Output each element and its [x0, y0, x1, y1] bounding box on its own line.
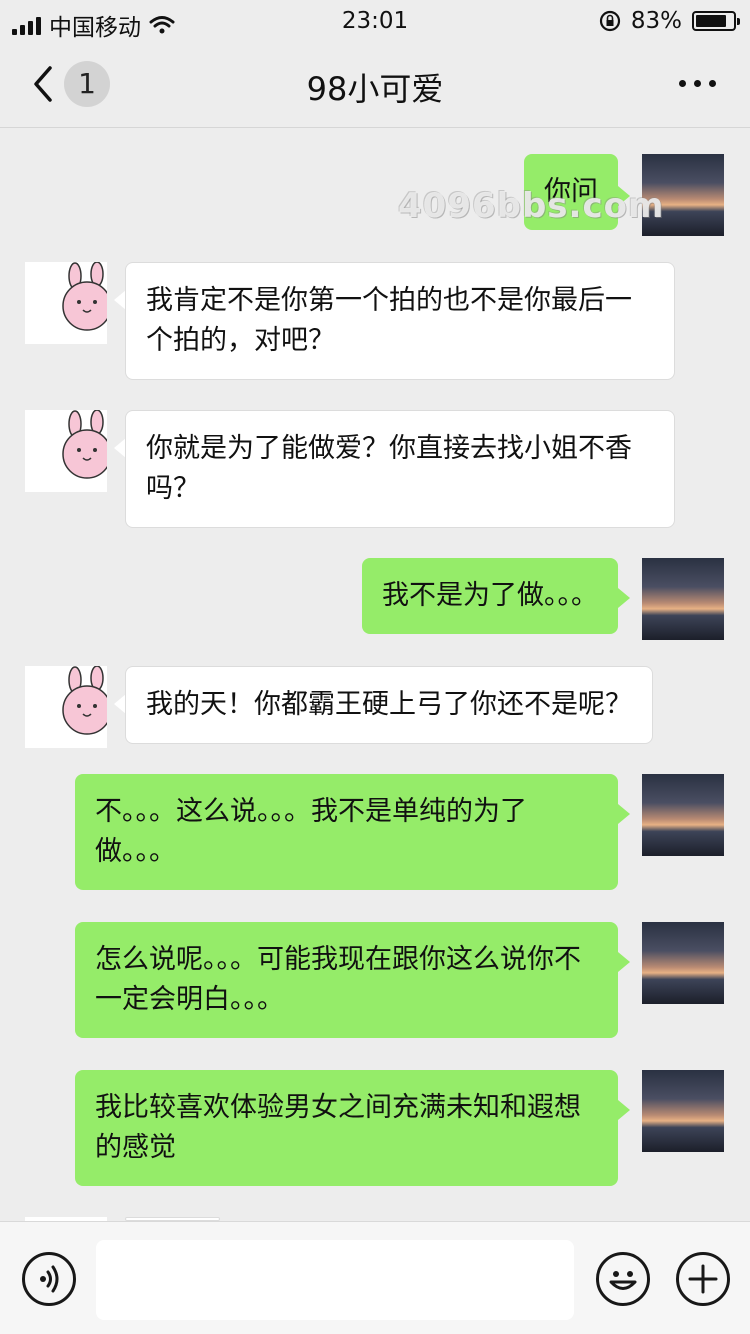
message-row: 不。。。这么说。。。我不是单纯的为了做。。。 [0, 774, 750, 899]
input-bar [0, 1221, 750, 1334]
contact-avatar[interactable] [25, 666, 107, 748]
message-row: 怎么说呢。。。可能我现在跟你这么说你不一定会明白。。。 [0, 922, 750, 1047]
chat-title: 98小可爱 [306, 70, 444, 108]
bunny-avatar-icon [62, 666, 107, 735]
plus-icon[interactable] [676, 1252, 730, 1306]
bubble-tail [618, 1100, 630, 1120]
voice-icon[interactable] [22, 1252, 76, 1306]
contact-avatar[interactable] [25, 410, 107, 492]
message-bubble[interactable]: 你就是为了能做爱？你直接去找小姐不香吗？ [125, 410, 675, 528]
rotation-lock-icon [599, 10, 620, 32]
emoji-icon[interactable] [596, 1252, 650, 1306]
contact-avatar[interactable] [25, 262, 107, 344]
bubble-tail [618, 588, 630, 608]
message-bubble[interactable]: 我肯定不是你第一个拍的也不是你最后一个拍的，对吧？ [125, 262, 675, 380]
message-row: 你就是为了能做爱？你直接去找小姐不香吗？ [0, 410, 750, 535]
status-right: 83% [599, 8, 740, 34]
message-bubble[interactable]: 我不是为了做。。。 [362, 558, 618, 634]
message-row: 我比较喜欢体验男女之间充满未知和遐想的感觉 [0, 1070, 750, 1195]
bunny-avatar-icon [62, 410, 107, 479]
message-row: 我肯定不是你第一个拍的也不是你最后一个拍的，对吧？ [0, 262, 750, 387]
watermark: 4096bbs.com [398, 186, 665, 226]
battery-fill [696, 15, 726, 27]
message-bubble[interactable]: 不。。。这么说。。。我不是单纯的为了做。。。 [75, 774, 618, 890]
my-avatar[interactable] [642, 774, 724, 856]
status-bar: 中国移动 23:01 83% [0, 0, 750, 41]
my-avatar[interactable] [642, 1070, 724, 1152]
bunny-avatar-icon [62, 262, 107, 331]
more-dots-icon[interactable] [679, 80, 716, 87]
my-avatar[interactable] [642, 558, 724, 640]
my-avatar[interactable] [642, 922, 724, 1004]
message-row: 我的天！你都霸王硬上弓了你还不是呢？ [0, 666, 750, 756]
battery-icon [692, 11, 740, 31]
chat-header: 1 98小可爱 [0, 40, 750, 128]
bubble-tail [618, 804, 630, 824]
message-list[interactable]: 你问 我肯定不是你第一个拍的也不是你最后一个拍的，对吧？ 你就是为了能做爱？你直… [0, 129, 750, 1221]
message-bubble[interactable]: 我比较喜欢体验男女之间充满未知和遐想的感觉 [75, 1070, 618, 1186]
message-row: 我不是为了做。。。 [0, 558, 750, 648]
message-bubble[interactable]: 怎么说呢。。。可能我现在跟你这么说你不一定会明白。。。 [75, 922, 618, 1038]
battery-percent: 83% [630, 8, 682, 34]
message-input[interactable] [96, 1240, 574, 1320]
message-bubble[interactable]: 我的天！你都霸王硬上弓了你还不是呢？ [125, 666, 653, 744]
bubble-tail [618, 952, 630, 972]
